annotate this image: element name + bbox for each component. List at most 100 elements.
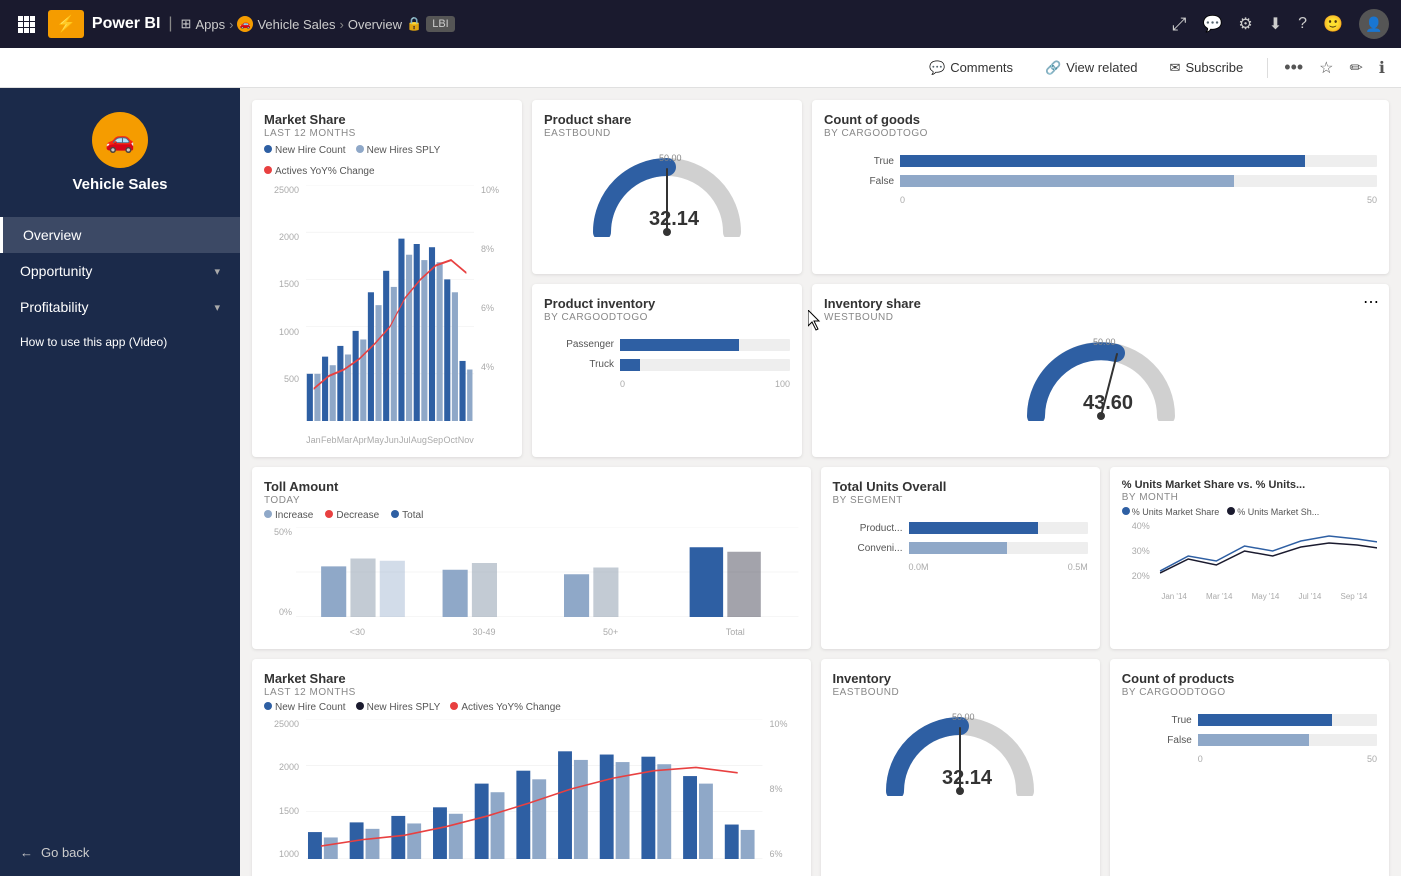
cp-false-label: False xyxy=(1122,735,1192,746)
bookmark-icon[interactable]: ☆ xyxy=(1319,58,1333,78)
inventory-bottom-gauge: 0.00 50.00 120.00 32.14 xyxy=(833,698,1088,804)
info-icon[interactable]: ℹ xyxy=(1379,58,1385,78)
pct-market-subtitle: BY MONTH xyxy=(1122,492,1377,503)
svg-text:32.14: 32.14 xyxy=(942,767,993,789)
actionbar: 💬 Comments 🔗 View related ✉ Subscribe ••… xyxy=(0,48,1401,88)
toll-x-total: Total xyxy=(726,627,745,637)
inventory-share-gauge: 0.00 50.00 120.00 43.60 xyxy=(824,323,1377,429)
pct-legend: % Units Market Share % Units Market Sh..… xyxy=(1122,507,1377,517)
subscribe-button[interactable]: ✉ Subscribe xyxy=(1162,56,1252,80)
new-hire-label: New Hire Count xyxy=(275,145,346,156)
lock-icon: 🔒 xyxy=(406,16,422,32)
edit-icon[interactable]: ✏ xyxy=(1350,58,1363,78)
sidebar-bottom: ← Go back xyxy=(0,829,240,876)
conveni-segment-bar xyxy=(909,542,1088,554)
user-avatar[interactable]: 👤 xyxy=(1359,9,1389,39)
truck-bar xyxy=(620,359,790,371)
more-options-icon[interactable]: ••• xyxy=(1284,57,1303,78)
focus-mode-icon[interactable]: ⤢ xyxy=(1172,14,1186,35)
pct-dark-dot xyxy=(1227,507,1235,515)
settings-icon[interactable]: ⚙ xyxy=(1238,14,1252,34)
sidebar-app-title: Vehicle Sales xyxy=(72,176,167,193)
comments-button[interactable]: 💬 Comments xyxy=(921,56,1021,80)
download-icon[interactable]: ⬇ xyxy=(1269,14,1282,34)
topbar: ⚡ Power BI | ⊞ Apps › 🚗 Vehicle Sales › … xyxy=(0,0,1401,48)
toll-x-lt30: <30 xyxy=(350,627,365,637)
topbar-app-name: Power BI xyxy=(92,15,160,33)
total-units-subtitle: BY SEGMENT xyxy=(833,495,1088,506)
comment-icon: 💬 xyxy=(929,60,945,76)
overview-label[interactable]: Overview xyxy=(348,17,402,32)
sidebar: 🚗 Vehicle Sales Overview Opportunity ▾ P… xyxy=(0,88,240,876)
product-inventory-title: Product inventory xyxy=(544,296,790,311)
count-goods-subtitle: BY CARGOODTOGO xyxy=(824,128,1377,139)
axis-0: 0 xyxy=(900,195,905,205)
help-icon[interactable]: ? xyxy=(1298,15,1307,33)
subscribe-label: Subscribe xyxy=(1185,60,1243,75)
sidebar-item-profitability-label: Profitability xyxy=(20,299,88,315)
passenger-label: Passenger xyxy=(544,339,614,350)
truck-label: Truck xyxy=(544,359,614,370)
market-share-chart: 25000200015001000500 10%8%6%4% xyxy=(264,185,510,445)
toll-chart: 50%0% xyxy=(264,527,799,637)
ms-b-hires-sply: New Hires SPLY xyxy=(367,702,441,713)
cp-bottom-subtitle: BY CARGOODTOGO xyxy=(1122,687,1377,698)
ms-bottom-subtitle: LAST 12 MONTHS xyxy=(264,687,799,698)
cp-false-bar xyxy=(1198,734,1377,746)
cp-axis-0: 0 xyxy=(1198,754,1203,764)
product-share-card: Product share EASTBOUND 0.00 50.00 xyxy=(532,100,802,274)
product-share-gauge: 0.00 50.00 120.00 32.14 xyxy=(544,139,790,245)
total-label: Total xyxy=(402,510,423,521)
product-inventory-chart: Passenger Truck 0 100 xyxy=(544,339,790,389)
pct-units-label-2: % Units Market Sh... xyxy=(1237,507,1319,517)
inv-axis-100: 100 xyxy=(775,379,790,389)
grid-icon[interactable] xyxy=(12,10,40,38)
card-menu-icon[interactable]: ⋯ xyxy=(1363,292,1379,312)
market-share-legend: New Hire Count New Hires SPLY Actives Yo… xyxy=(264,145,510,177)
decrease-dot xyxy=(325,510,333,518)
cp-bottom-chart: True False 0 50 xyxy=(1122,714,1377,764)
comment-topbar-icon[interactable]: 💬 xyxy=(1203,14,1223,34)
true-label: True xyxy=(824,156,894,167)
decrease-label: Decrease xyxy=(336,510,379,521)
pct-blue-dot xyxy=(1122,507,1130,515)
passenger-bar xyxy=(620,339,790,351)
toll-amount-subtitle: TODAY xyxy=(264,495,799,506)
apps-label[interactable]: Apps xyxy=(195,17,225,32)
true-bar xyxy=(900,155,1377,167)
market-share-card: Market Share LAST 12 MONTHS New Hire Cou… xyxy=(252,100,522,457)
market-share-bottom-card: Market Share LAST 12 MONTHS New Hire Cou… xyxy=(252,659,811,876)
svg-text:50.00: 50.00 xyxy=(952,712,975,722)
red-dot xyxy=(264,166,272,174)
increase-dot xyxy=(264,510,272,518)
sidebar-item-profitability[interactable]: Profitability ▾ xyxy=(0,289,240,325)
product-share-title: Product share xyxy=(544,112,790,127)
blue-dot xyxy=(264,145,272,153)
inventory-share-card: Inventory share WESTBOUND ⋯ 0.00 50.00 1… xyxy=(812,284,1389,458)
pct-market-share-card: % Units Market Share vs. % Units... BY M… xyxy=(1110,467,1389,649)
view-related-label: View related xyxy=(1066,60,1137,75)
view-related-button[interactable]: 🔗 View related xyxy=(1037,56,1146,80)
toll-x-50plus: 50+ xyxy=(603,627,618,637)
svg-text:43.60: 43.60 xyxy=(1083,392,1133,414)
chevron-down-icon-2: ▾ xyxy=(214,301,220,314)
ms-b-blue-dot xyxy=(264,702,272,710)
sidebar-item-overview[interactable]: Overview xyxy=(0,217,240,253)
go-back-button[interactable]: ← Go back xyxy=(20,845,220,860)
emoji-icon[interactable]: 🙂 xyxy=(1323,14,1343,34)
pct-units-label: % Units Market Share xyxy=(1132,507,1220,517)
sidebar-item-opportunity[interactable]: Opportunity ▾ xyxy=(0,253,240,289)
ms-bottom-legend: New Hire Count New Hires SPLY Actives Yo… xyxy=(264,702,799,713)
product-inventory-card: Product inventory BY CARGOODTOGO Passeng… xyxy=(532,284,802,458)
cp-true-label: True xyxy=(1122,715,1192,726)
sidebar-item-overview-label: Overview xyxy=(23,227,81,243)
count-products-bottom-card: Count of products BY CARGOODTOGO True Fa… xyxy=(1110,659,1389,876)
ms-b-actives: Actives YoY% Change xyxy=(461,702,561,713)
product-share-subtitle: EASTBOUND xyxy=(544,128,790,139)
inv-bottom-title: Inventory xyxy=(833,671,1088,686)
vehicle-sales-label[interactable]: Vehicle Sales xyxy=(257,17,335,32)
inventory-share-subtitle: WESTBOUND xyxy=(824,312,1377,323)
sidebar-item-howto[interactable]: How to use this app (Video) xyxy=(0,325,240,359)
axis-50: 50 xyxy=(1367,195,1377,205)
svg-text:50.00: 50.00 xyxy=(659,153,682,163)
